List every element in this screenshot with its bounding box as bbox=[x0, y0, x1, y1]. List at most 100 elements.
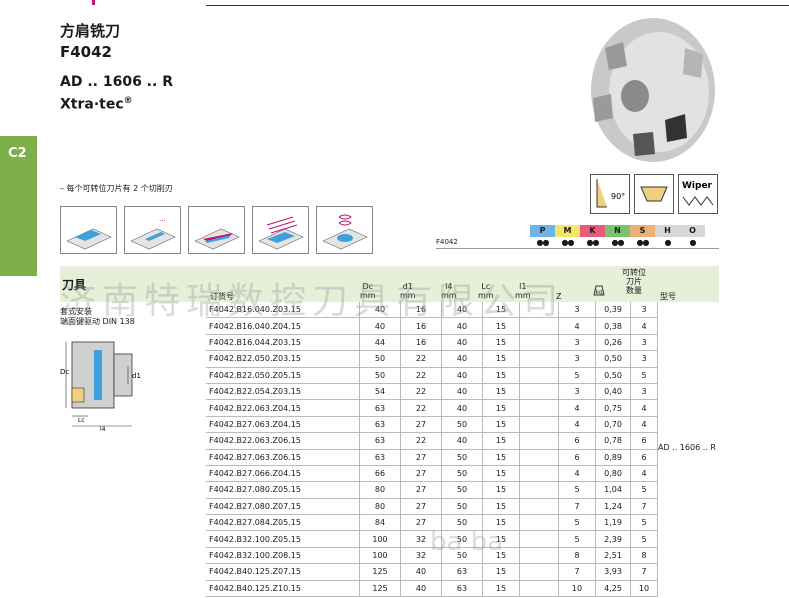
table-cell: F4042.B22.050.Z05.15 bbox=[206, 367, 360, 384]
table-cell bbox=[519, 383, 559, 401]
table-cell: 0,38 bbox=[595, 317, 631, 335]
table-cell: 0,50 bbox=[595, 367, 631, 384]
table-cell: 10 bbox=[630, 580, 658, 598]
table-cell: 27 bbox=[400, 465, 442, 483]
table-cell: 15 bbox=[482, 399, 520, 417]
table-cell: 1,19 bbox=[595, 514, 631, 532]
dots-m: ●● bbox=[561, 238, 575, 247]
material-n: N bbox=[605, 225, 630, 237]
table-row: F4042.B27.080.Z07.15 80 27 50 15 7 1,24 7 bbox=[206, 498, 658, 516]
table-cell: 5 bbox=[630, 481, 658, 499]
tool-table: F4042.B16.040.Z03.15 40 16 40 15 3 0,39 3 F4042.… bbox=[206, 302, 658, 598]
table-cell: 15 bbox=[482, 317, 520, 335]
table-cell: 15 bbox=[482, 367, 520, 384]
table-cell bbox=[519, 302, 559, 319]
table-cell: 22 bbox=[400, 432, 442, 450]
table-cell: 40 bbox=[441, 383, 483, 401]
table-cell: 0,39 bbox=[595, 302, 631, 319]
table-cell: 63 bbox=[441, 563, 483, 581]
table-cell: 7 bbox=[558, 498, 596, 516]
table-cell: 22 bbox=[400, 367, 442, 384]
table-cell: 4 bbox=[630, 399, 658, 417]
table-cell: 6 bbox=[630, 432, 658, 450]
dots-o: ● bbox=[689, 238, 697, 247]
table-row: F4042.B16.040.Z03.15 40 16 40 15 3 0,39 3 bbox=[206, 302, 658, 319]
helical-milling-icon bbox=[316, 206, 373, 254]
svg-text:l4: l4 bbox=[100, 426, 106, 432]
table-cell: 22 bbox=[400, 399, 442, 417]
table-cell: 50 bbox=[441, 530, 483, 548]
table-row: F4042.B22.063.Z04.15 63 22 40 15 4 0,75 4 bbox=[206, 399, 658, 417]
material-row-label: F4042 bbox=[436, 238, 458, 246]
table-cell: 40 bbox=[441, 432, 483, 450]
svg-text:d1: d1 bbox=[132, 372, 141, 380]
pocket-milling-icon bbox=[252, 206, 309, 254]
table-cell: 15 bbox=[482, 465, 520, 483]
table-cell: 2,39 bbox=[595, 530, 631, 548]
material-m: M bbox=[555, 225, 580, 237]
table-cell: 50 bbox=[441, 547, 483, 565]
table-cell: 63 bbox=[359, 416, 401, 434]
table-cell: 15 bbox=[482, 383, 520, 401]
table-cell bbox=[519, 465, 559, 483]
table-cell bbox=[519, 334, 559, 352]
dimension-diagram: Dc d1 Lc l4 bbox=[60, 341, 141, 432]
table-cell: 50 bbox=[441, 514, 483, 532]
table-cell: F4042.B22.063.Z06.15 bbox=[206, 432, 360, 450]
table-cell: 1,04 bbox=[595, 481, 631, 499]
table-cell: 40 bbox=[441, 399, 483, 417]
table-cell: 3 bbox=[558, 383, 596, 401]
table-cell: 40 bbox=[359, 302, 401, 319]
table-cell: 27 bbox=[400, 514, 442, 532]
material-k: K bbox=[580, 225, 605, 237]
table-cell: 15 bbox=[482, 514, 520, 532]
table-cell: 40 bbox=[441, 350, 483, 368]
table-row: F4042.B32.100.Z05.15 100 32 50 15 5 2,39 5 bbox=[206, 530, 658, 548]
table-cell: 40 bbox=[400, 563, 442, 581]
table-cell: 50 bbox=[441, 449, 483, 466]
table-row: F4042.B27.063.Z04.15 63 27 50 15 4 0,70 4 bbox=[206, 416, 658, 434]
table-cell: 16 bbox=[400, 302, 442, 319]
table-cell bbox=[519, 563, 559, 581]
table-cell: 125 bbox=[359, 563, 401, 581]
table-row: F4042.B16.040.Z04.15 40 16 40 15 4 0,38 4 bbox=[206, 317, 658, 335]
table-cell: 3 bbox=[630, 383, 658, 401]
wiper-icon: Wiper bbox=[678, 174, 718, 214]
table-cell: 4 bbox=[558, 465, 596, 483]
table-row: F4042.B16.044.Z03.15 44 16 40 15 3 0,26 3 bbox=[206, 334, 658, 352]
table-cell: 4 bbox=[630, 465, 658, 483]
brand-name: Xtra·tec® bbox=[60, 96, 133, 113]
table-cell: F4042.B27.084.Z05.15 bbox=[206, 514, 360, 532]
table-cell bbox=[519, 547, 559, 565]
table-cell: F4042.B40.125.Z07.15 bbox=[206, 563, 360, 581]
table-cell: 4 bbox=[558, 399, 596, 417]
table-cell bbox=[519, 432, 559, 450]
table-cell: 0,40 bbox=[595, 383, 631, 401]
table-row: F4042.B27.080.Z05.15 80 27 50 15 5 1,04 5 bbox=[206, 481, 658, 499]
table-cell bbox=[519, 317, 559, 335]
table-row: F4042.B27.066.Z04.15 66 27 50 15 4 0,80 4 bbox=[206, 465, 658, 483]
table-cell: 15 bbox=[482, 580, 520, 598]
table-cell: 4 bbox=[558, 317, 596, 335]
material-p: P bbox=[530, 225, 555, 237]
table-cell: 63 bbox=[441, 580, 483, 598]
material-group-header: P M K N S H O bbox=[530, 225, 705, 237]
table-row: F4042.B22.054.Z03.15 54 22 40 15 3 0,40 3 bbox=[206, 383, 658, 401]
table-cell: F4042.B27.080.Z05.15 bbox=[206, 481, 360, 499]
dots-n: ●● bbox=[611, 238, 625, 247]
table-cell bbox=[519, 416, 559, 434]
table-row: F4042.B22.050.Z03.15 50 22 40 15 3 0,50 3 bbox=[206, 350, 658, 368]
table-cell: 63 bbox=[359, 449, 401, 466]
table-cell: 4 bbox=[630, 416, 658, 434]
table-cell: 100 bbox=[359, 547, 401, 565]
dots-k: ●● bbox=[586, 238, 600, 247]
table-cell bbox=[519, 367, 559, 384]
table-cell: 16 bbox=[400, 317, 442, 335]
table-cell: 15 bbox=[482, 481, 520, 499]
col-l4: l4 mm bbox=[441, 282, 457, 300]
table-row: F4042.B27.063.Z06.15 63 27 50 15 6 0,89 6 bbox=[206, 449, 658, 466]
table-cell: F4042.B32.100.Z08.15 bbox=[206, 547, 360, 565]
table-row: F4042.B22.050.Z05.15 50 22 40 15 5 0,50 5 bbox=[206, 367, 658, 384]
table-cell: 15 bbox=[482, 334, 520, 352]
table-cell: 5 bbox=[630, 514, 658, 532]
